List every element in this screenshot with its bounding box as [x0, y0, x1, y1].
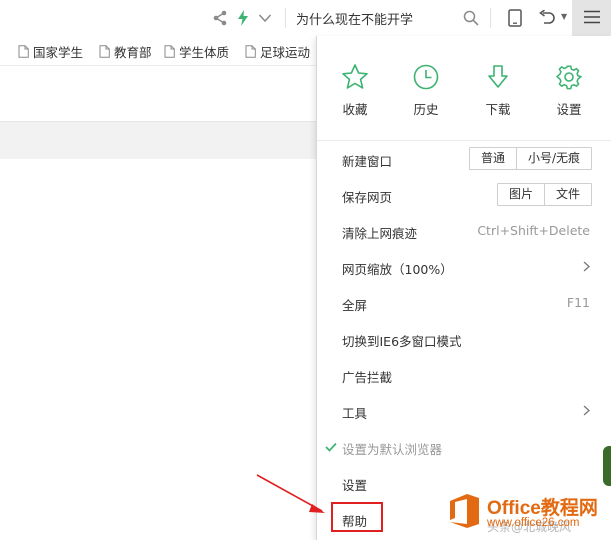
toolbar-divider — [490, 8, 491, 28]
menu-item-save-page: 保存网页 图片 文件 — [317, 177, 611, 213]
menu-item-label: 工具 — [342, 406, 368, 421]
watermark: Office教程网 头条@北城晚风 www.office26.com — [447, 493, 611, 540]
annotation-arrow — [256, 474, 325, 513]
bookmark-item[interactable]: 学生体质 — [164, 42, 229, 60]
browser-toolbar: ▼ — [0, 0, 611, 36]
menu-icon — [583, 10, 600, 27]
watermark-url: www.office26.com — [487, 517, 580, 529]
menu-item-default-browser: 设置为默认浏览器 — [317, 429, 611, 465]
tablet-icon[interactable] — [505, 8, 525, 28]
page-icon — [99, 44, 110, 58]
bookmark-item[interactable]: 教育部 — [99, 42, 152, 60]
page-content-band — [0, 122, 320, 159]
chevron-down-icon[interactable] — [255, 8, 275, 28]
save-as-file-button[interactable]: 文件 — [543, 184, 591, 205]
menu-item-ie6-mode[interactable]: 切换到IE6多窗口模式 — [317, 321, 611, 357]
menu-item-label: 清除上网痕迹 — [342, 226, 418, 241]
bookmark-label: 足球运动 — [260, 44, 311, 60]
quick-action-label: 设置 — [556, 102, 582, 117]
help-highlight-box — [331, 502, 383, 532]
quick-action-label: 历史 — [413, 102, 439, 117]
toolbar-divider — [285, 8, 286, 28]
menu-item-label: 设置为默认浏览器 — [342, 442, 443, 457]
quick-action-label: 下载 — [485, 102, 511, 117]
page-icon — [18, 44, 29, 58]
menu-item-label: 设置 — [342, 478, 368, 493]
menu-item-zoom[interactable]: 网页缩放（100%） — [317, 249, 611, 285]
bolt-icon[interactable] — [233, 8, 253, 28]
decorative-green-shape — [603, 446, 611, 486]
download-icon — [468, 62, 528, 92]
menu-button[interactable] — [572, 0, 611, 36]
menu-item-clear-history[interactable]: 清除上网痕迹 Ctrl+Shift+Delete — [317, 213, 611, 249]
shortcut-label: Ctrl+Shift+Delete — [477, 223, 590, 238]
menu-item-new-window: 新建窗口 普通 小号/无痕 — [317, 141, 611, 177]
star-icon — [325, 62, 385, 92]
new-window-options: 普通 小号/无痕 — [468, 147, 592, 170]
office-logo-icon — [450, 494, 479, 528]
caret-down-icon[interactable]: ▼ — [561, 12, 567, 21]
save-as-image-button[interactable]: 图片 — [498, 184, 544, 205]
bookmark-label: 国家学生 — [33, 44, 84, 60]
download-button[interactable]: 下载 — [468, 62, 528, 118]
new-window-normal-button[interactable]: 普通 — [470, 148, 516, 169]
quick-action-label: 收藏 — [342, 102, 368, 117]
search-input[interactable] — [296, 8, 456, 28]
gear-icon — [539, 62, 599, 92]
watermark-title: Office教程网 — [487, 498, 598, 519]
bookmark-label: 教育部 — [114, 44, 152, 60]
menu-item-label: 网页缩放（100%） — [342, 262, 453, 277]
share-icon[interactable] — [210, 8, 230, 28]
settings-quick-button[interactable]: 设置 — [539, 62, 599, 118]
page-icon — [245, 44, 256, 58]
menu-item-label: 新建窗口 — [342, 154, 393, 169]
save-page-options: 图片 文件 — [496, 183, 592, 206]
clock-icon — [396, 62, 456, 92]
new-window-incognito-button[interactable]: 小号/无痕 — [515, 148, 591, 169]
undo-icon[interactable] — [537, 8, 557, 28]
bookmark-item[interactable]: 国家学生 — [18, 42, 83, 60]
menu-item-label: 保存网页 — [342, 190, 393, 205]
menu-item-ad-block[interactable]: 广告拦截 — [317, 357, 611, 393]
chevron-right-icon — [583, 405, 590, 419]
menu-item-fullscreen[interactable]: 全屏 F11 — [317, 285, 611, 321]
favorites-button[interactable]: 收藏 — [325, 62, 385, 118]
history-button[interactable]: 历史 — [396, 62, 456, 118]
menu-item-tools[interactable]: 工具 — [317, 393, 611, 429]
main-menu-panel: 收藏 历史 下载 设置 新建窗口 普通 小号/无痕 保存网页 图片 文件 清除上… — [316, 36, 611, 540]
menu-item-label: 切换到IE6多窗口模式 — [342, 334, 462, 349]
bookmark-item[interactable]: 足球运动 — [245, 42, 310, 60]
menu-item-label: 广告拦截 — [342, 370, 393, 385]
bookmark-label: 学生体质 — [179, 44, 230, 60]
menu-item-label: 全屏 — [342, 298, 368, 313]
shortcut-label: F11 — [566, 295, 590, 310]
check-icon — [325, 441, 337, 455]
search-icon[interactable] — [461, 8, 481, 28]
chevron-right-icon — [583, 261, 590, 275]
page-icon — [164, 44, 175, 58]
